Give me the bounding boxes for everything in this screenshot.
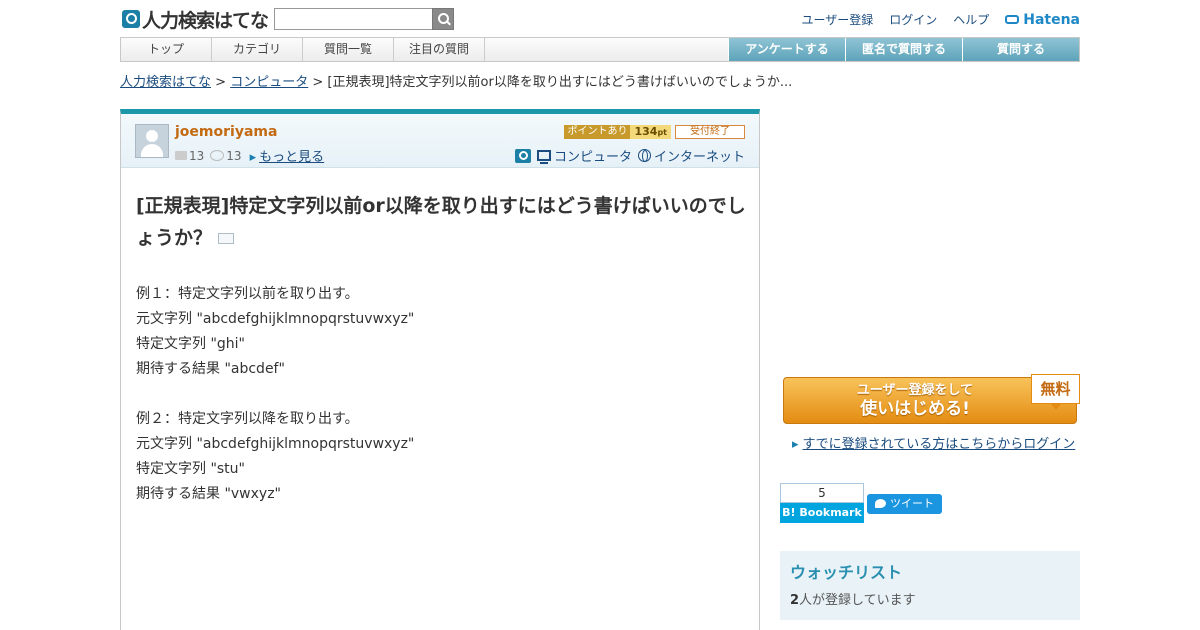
breadcrumb-current: [正規表現]特定文字列以前or以降を取り出すにはどう書けばいいのでしょうか...	[327, 75, 793, 90]
watchlist-count: 2人が登録しています	[790, 589, 1070, 608]
survey-button[interactable]: アンケートする	[728, 38, 845, 61]
question-count: 13	[189, 148, 205, 163]
nav-featured[interactable]: 注目の質問	[394, 38, 485, 61]
avatar[interactable]	[135, 124, 169, 158]
user-stats: 13 13 もっと見る	[175, 146, 324, 165]
points-unit: pt	[657, 128, 667, 137]
hatena-logo[interactable]: Hatena	[1005, 12, 1080, 28]
watchlist-number: 2	[790, 593, 800, 608]
breadcrumb-separator: >	[211, 75, 231, 90]
status-badge: 受付終了	[675, 125, 745, 139]
search-q-icon	[122, 10, 140, 28]
more-link[interactable]: もっと見る	[250, 146, 324, 165]
twitter-bird-icon	[875, 499, 886, 508]
help-link[interactable]: ヘルプ	[953, 11, 989, 28]
question-panel: joemoriyama 13 13 もっと見る ポイントあり 134pt 受付終…	[120, 109, 760, 630]
body-line: 元文字列 "abcdefghijklmnopqrstuvwxyz"	[136, 436, 415, 452]
watchlist-box: ウォッチリスト 2人が登録しています	[780, 551, 1080, 620]
globe-icon	[637, 149, 651, 162]
body-line: 特定文字列 "stu"	[136, 461, 245, 477]
points: 134	[634, 125, 658, 138]
breadcrumb-home[interactable]: 人力検索はてな	[120, 75, 211, 90]
body-line: 例２：特定文字列以降を取り出す。	[136, 411, 359, 427]
nav-top[interactable]: トップ	[121, 38, 212, 61]
body-line: 期待する結果 "vwxyz"	[136, 486, 281, 502]
ask-question-button[interactable]: 質問する	[962, 38, 1079, 61]
question-body: 例１：特定文字列以前を取り出す。 元文字列 "abcdefghijklmnopq…	[136, 282, 414, 507]
nav-category[interactable]: カテゴリ	[212, 38, 303, 61]
free-badge: 無料	[1031, 374, 1080, 410]
search-input[interactable]	[274, 8, 432, 30]
tweet-button[interactable]: ツイート	[867, 494, 942, 514]
category-internet[interactable]: インターネット	[654, 146, 745, 165]
register-link[interactable]: ユーザー登録	[801, 11, 873, 28]
body-line: 期待する結果 "abcdef"	[136, 361, 285, 377]
login-link-top[interactable]: ログイン	[889, 11, 937, 28]
question-count-icon	[175, 151, 187, 160]
answer-count-icon	[210, 150, 225, 161]
login-link[interactable]: すでに登録されている方はこちらからログイン	[792, 433, 1076, 452]
tweet-label: ツイート	[890, 497, 934, 510]
bookmark-count[interactable]: 5	[780, 483, 864, 503]
hatena-logo-text: Hatena	[1023, 11, 1080, 28]
question-title: [正規表現]特定文字列以前or以降を取り出すにはどう書けばいいのでしょうか？	[136, 190, 748, 254]
register-line1: ユーザー登録をして	[856, 383, 974, 398]
computer-icon	[536, 150, 551, 164]
body-line: 特定文字列 "ghi"	[136, 336, 245, 352]
search-q-icon	[514, 148, 531, 163]
body-line: 元文字列 "abcdefghijklmnopqrstuvwxyz"	[136, 311, 415, 327]
point-badge: ポイントあり 134pt	[564, 125, 671, 139]
anonymous-question-button[interactable]: 匿名で質問する	[845, 38, 962, 61]
register-line2: 使いはじめる!	[860, 399, 970, 419]
hatena-icon	[1005, 15, 1020, 24]
bookmark-button[interactable]: B! Bookmark	[780, 503, 864, 523]
question-header: joemoriyama 13 13 もっと見る ポイントあり 134pt 受付終…	[121, 114, 759, 168]
question-categories: コンピュータ インターネット	[514, 146, 745, 165]
point-label: ポイントあり	[564, 125, 631, 139]
nav-question-list[interactable]: 質問一覧	[303, 38, 394, 61]
edit-icon[interactable]	[218, 233, 235, 244]
body-line	[136, 382, 414, 407]
category-computer[interactable]: コンピュータ	[554, 146, 632, 165]
point-value: 134pt	[630, 125, 671, 139]
body-line: 例１：特定文字列以前を取り出す。	[136, 286, 359, 302]
breadcrumb-separator: >	[308, 75, 328, 90]
top-links: ユーザー登録 ログイン ヘルプ Hatena	[785, 11, 1080, 28]
breadcrumb: 人力検索はてな > コンピュータ > [正規表現]特定文字列以前or以降を取り出…	[120, 71, 792, 90]
username[interactable]: joemoriyama	[175, 124, 277, 140]
breadcrumb-category[interactable]: コンピュータ	[230, 75, 308, 90]
logo-text: 人力検索はてな	[142, 9, 269, 32]
watchlist-title: ウォッチリスト	[790, 563, 903, 582]
answer-count: 13	[226, 148, 242, 163]
watchlist-suffix: 人が登録しています	[799, 593, 916, 608]
search-button[interactable]	[432, 8, 454, 30]
main-nav: トップ カテゴリ 質問一覧 注目の質問 アンケートする 匿名で質問する 質問する	[120, 37, 1080, 62]
site-logo[interactable]: 人力検索はてな	[122, 8, 269, 32]
